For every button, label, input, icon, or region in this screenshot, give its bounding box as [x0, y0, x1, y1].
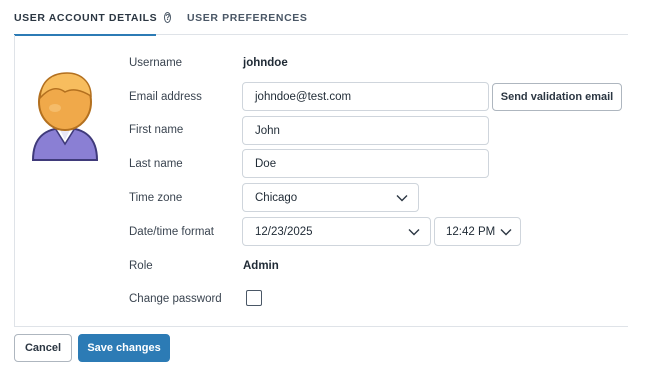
email-field[interactable]: johndoe@test.com — [242, 82, 489, 111]
chevron-down-icon — [408, 228, 420, 235]
account-details-panel — [14, 35, 628, 327]
datetime-format-label: Date/time format — [129, 226, 214, 238]
tab-user-preferences[interactable]: USER PREFERENCES — [187, 0, 307, 35]
send-validation-email-button[interactable]: Send validation email — [492, 83, 622, 111]
first-name-field[interactable]: John — [242, 116, 489, 145]
role-label: Role — [129, 260, 153, 272]
tab-user-account-details[interactable]: USER ACCOUNT DETAILS ? — [14, 0, 172, 36]
date-format-select[interactable]: 12/23/2025 — [242, 217, 431, 246]
last-name-label: Last name — [129, 158, 183, 170]
time-format-value: 12:42 PM — [446, 225, 496, 238]
time-format-select[interactable]: 12:42 PM — [434, 217, 521, 246]
tab-label: USER ACCOUNT DETAILS — [14, 11, 158, 24]
chevron-down-icon — [396, 194, 408, 201]
cancel-button[interactable]: Cancel — [14, 334, 72, 362]
first-name-value: John — [255, 124, 280, 137]
chevron-down-icon — [500, 228, 512, 235]
date-format-value: 12/23/2025 — [255, 225, 313, 238]
tab-bar: USER ACCOUNT DETAILS ? USER PREFERENCES — [14, 0, 628, 36]
last-name-field[interactable]: Doe — [242, 149, 489, 178]
change-password-label: Change password — [129, 293, 222, 305]
last-name-value: Doe — [255, 157, 277, 170]
time-zone-value: Chicago — [255, 191, 298, 204]
time-zone-select[interactable]: Chicago — [242, 183, 419, 212]
user-avatar-icon — [31, 72, 99, 161]
help-icon[interactable]: ? — [164, 12, 172, 23]
role-value: Admin — [243, 260, 279, 272]
username-value: johndoe — [243, 57, 288, 69]
save-changes-button[interactable]: Save changes — [78, 334, 170, 362]
change-password-checkbox[interactable] — [246, 290, 262, 306]
username-label: Username — [129, 57, 183, 69]
tab-label: USER PREFERENCES — [187, 11, 308, 24]
email-value: johndoe@test.com — [255, 90, 352, 103]
email-label: Email address — [129, 91, 202, 103]
time-zone-label: Time zone — [129, 192, 183, 204]
first-name-label: First name — [129, 124, 184, 136]
